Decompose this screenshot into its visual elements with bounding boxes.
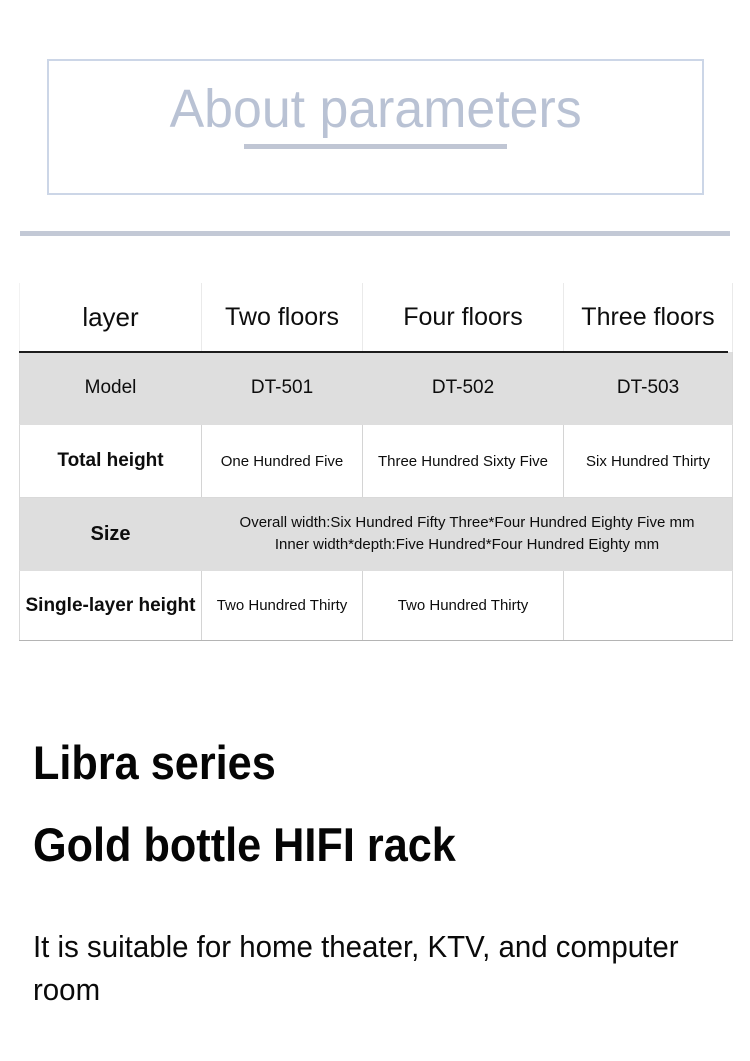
- cell-single-col3: [563, 570, 733, 641]
- product-headline-block: Libra series Gold bottle HIFI rack: [33, 722, 723, 886]
- table-row: Model DT-501 DT-502 DT-503: [19, 352, 733, 425]
- row-label-total-height: Total height: [19, 424, 202, 498]
- title-underline-accent: [244, 144, 507, 149]
- banner-content: About parameters: [49, 61, 702, 193]
- specifications-table: layer Two floors Four floors Three floor…: [19, 283, 733, 641]
- table-row: Total height One Hundred Five Three Hund…: [19, 424, 733, 498]
- cell-size-details: Overall width:Six Hundred Fifty Three*Fo…: [201, 497, 733, 571]
- cell-total-col3: Six Hundred Thirty: [563, 424, 733, 498]
- table-row: Single-layer height Two Hundred Thirty T…: [19, 570, 733, 641]
- section-divider: [20, 231, 730, 236]
- size-line-overall: Overall width:Six Hundred Fifty Three*Fo…: [239, 514, 695, 531]
- row-label-single-layer-height: Single-layer height: [19, 570, 202, 641]
- about-parameters-banner: About parameters: [47, 59, 704, 195]
- column-header-two-floors: Two floors: [201, 283, 363, 352]
- cell-total-col1: One Hundred Five: [201, 424, 363, 498]
- cell-model-col1: DT-501: [201, 352, 363, 425]
- table-row: Size Overall width:Six Hundred Fifty Thr…: [19, 497, 733, 571]
- page-title: About parameters: [169, 79, 582, 139]
- cell-total-col2: Three Hundred Sixty Five: [362, 424, 564, 498]
- cell-model-col3: DT-503: [563, 352, 733, 425]
- column-header-three-floors: Three floors: [563, 283, 733, 352]
- row-label-size: Size: [19, 497, 202, 571]
- table-header-row: layer Two floors Four floors Three floor…: [19, 283, 733, 352]
- product-model-name: Gold bottle HIFI rack: [33, 818, 456, 871]
- cell-single-col1: Two Hundred Thirty: [201, 570, 363, 641]
- column-header-layer: layer: [19, 283, 202, 352]
- cell-model-col2: DT-502: [362, 352, 564, 425]
- column-header-four-floors: Four floors: [362, 283, 564, 352]
- table-header-underline: [19, 351, 728, 353]
- row-label-model: Model: [19, 352, 202, 425]
- product-series-name: Libra series: [33, 736, 276, 789]
- size-line-inner: Inner width*depth:Five Hundred*Four Hund…: [274, 536, 660, 553]
- cell-single-col2: Two Hundred Thirty: [362, 570, 564, 641]
- product-description: It is suitable for home theater, KTV, an…: [33, 929, 679, 1007]
